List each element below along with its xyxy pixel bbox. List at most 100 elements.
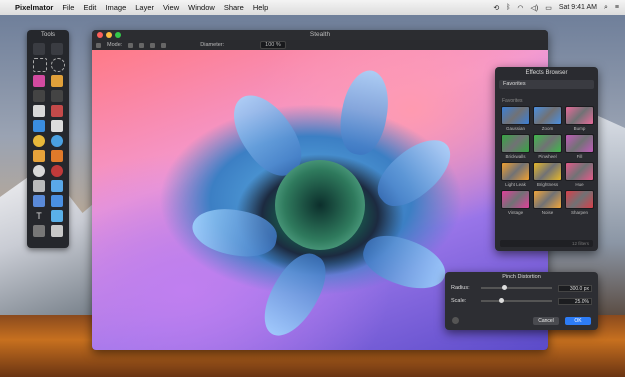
effect-tile[interactable]: Light Leak	[501, 162, 530, 188]
effects-category-select[interactable]: Favorites	[499, 80, 594, 89]
effects-browser-panel: Effects Browser Favorites Favorites Gaus…	[495, 67, 598, 251]
pencil-tool-icon[interactable]	[51, 75, 63, 87]
effect-label: Brightness	[536, 182, 559, 187]
radius-value-field[interactable]: 300.0 px	[558, 284, 592, 292]
effect-tile[interactable]: Hue	[565, 162, 594, 188]
menu-help[interactable]: Help	[253, 3, 268, 12]
time-machine-icon[interactable]: ⟲	[493, 4, 499, 12]
color-picker-icon[interactable]	[51, 225, 63, 237]
rect-select-tool-icon[interactable]	[33, 58, 47, 72]
effect-tile[interactable]: Vintage	[501, 190, 530, 216]
effect-label: Sharpen	[570, 210, 588, 215]
effect-label: Fill	[576, 154, 583, 159]
menu-image[interactable]: Image	[105, 3, 126, 12]
hand-tool-icon[interactable]	[51, 210, 63, 222]
mode-option-3[interactable]	[150, 42, 156, 48]
burn-tool-icon[interactable]	[51, 150, 63, 162]
mode-option-4[interactable]	[161, 42, 167, 48]
notification-center-icon[interactable]: ≡	[615, 4, 619, 11]
clone-tool-icon[interactable]	[51, 105, 63, 117]
effect-label: Pinwheel	[538, 154, 557, 159]
pinch-title: Pinch Distortion	[502, 274, 541, 280]
scale-slider-knob[interactable]	[498, 298, 504, 303]
healing-tool-icon[interactable]	[33, 150, 45, 162]
effect-label: Vintage	[507, 210, 524, 215]
effect-thumbnail	[533, 106, 562, 125]
effect-tile[interactable]: Sharpen	[565, 190, 594, 216]
petal-shape	[252, 244, 337, 346]
radius-slider[interactable]	[481, 285, 552, 290]
sponge-tool-icon[interactable]	[33, 135, 45, 147]
effect-label: Gaussian	[505, 126, 525, 131]
eraser-tool-icon[interactable]	[33, 105, 45, 117]
ok-button[interactable]: OK	[565, 317, 591, 325]
radius-label: Radius:	[451, 285, 470, 291]
menu-bar: Pixelmator File Edit Image Layer View Wi…	[0, 0, 625, 15]
effect-tile[interactable]: Zoom	[533, 106, 562, 132]
tool-options-icon[interactable]	[96, 42, 101, 48]
wifi-icon[interactable]: ◠	[517, 4, 523, 12]
effect-tile[interactable]: Pinwheel	[533, 134, 562, 160]
effect-tile[interactable]: Fill	[565, 134, 594, 160]
effect-tile[interactable]: Brickwalls	[501, 134, 530, 160]
pinch-distortion-panel: Pinch Distortion Radius: 300.0 px Scale:…	[445, 272, 598, 330]
arrange-tool-icon[interactable]	[33, 43, 45, 55]
ellipse-select-tool-icon[interactable]	[51, 58, 65, 72]
move-tool-icon[interactable]	[51, 43, 63, 55]
volume-icon[interactable]: ◁)	[531, 4, 539, 12]
effect-thumbnail	[565, 162, 594, 181]
brush-tool-icon[interactable]	[33, 75, 45, 87]
fill-tool-icon[interactable]	[33, 120, 45, 132]
menu-window[interactable]: Window	[188, 3, 215, 12]
pen-tool-icon[interactable]	[33, 195, 45, 207]
diameter-label: Diameter:	[200, 42, 225, 48]
smudge-tool-icon[interactable]	[51, 180, 63, 192]
mode-option-1[interactable]	[128, 42, 134, 48]
menu-app-name[interactable]: Pixelmator	[15, 3, 53, 12]
menu-clock[interactable]: Sat 9:41 AM	[559, 4, 597, 11]
tools-palette: Tools T	[27, 30, 69, 248]
effect-tile[interactable]: Brightness	[533, 162, 562, 188]
effect-label: Light Leak	[505, 182, 526, 187]
effects-search-field[interactable]: 12 filters	[500, 240, 593, 247]
lasso-tool-icon[interactable]	[33, 90, 45, 102]
menu-view[interactable]: View	[163, 3, 179, 12]
petal-shape	[188, 202, 281, 263]
radius-slider-knob[interactable]	[502, 285, 508, 290]
effect-tile[interactable]: Gaussian	[501, 106, 530, 132]
scale-label: Scale:	[451, 298, 467, 304]
crop-tool-icon[interactable]	[33, 225, 45, 237]
scale-value-field[interactable]: 25.0%	[558, 297, 592, 305]
petal-shape	[367, 127, 462, 218]
blur-tool-icon[interactable]	[51, 135, 63, 147]
effect-thumbnail	[533, 162, 562, 181]
scale-slider[interactable]	[481, 298, 552, 303]
effect-thumbnail	[565, 106, 594, 125]
zoom-field[interactable]: 100 %	[260, 41, 286, 49]
favorites-section-label: Favorites	[502, 98, 523, 104]
petal-shape	[334, 66, 395, 159]
effect-label: Brickwalls	[505, 154, 526, 159]
eye-tool-icon[interactable]	[33, 165, 45, 177]
menu-layer[interactable]: Layer	[135, 3, 154, 12]
type-tool-icon[interactable]: T	[33, 210, 45, 222]
effect-label: Hue	[575, 182, 584, 187]
sharpen-tool-icon[interactable]	[33, 180, 45, 192]
magic-wand-tool-icon[interactable]	[51, 90, 63, 102]
battery-icon[interactable]: ▭	[545, 4, 552, 12]
reset-icon[interactable]	[452, 317, 459, 324]
shape-tool-icon[interactable]	[51, 195, 63, 207]
search-icon[interactable]: ⌕	[604, 4, 608, 12]
menu-edit[interactable]: Edit	[83, 3, 96, 12]
effects-browser-title: Effects Browser	[525, 70, 568, 76]
cancel-button[interactable]: Cancel	[533, 317, 559, 325]
bluetooth-icon[interactable]: ᛒ	[506, 4, 510, 11]
red-eye-tool-icon[interactable]	[51, 165, 63, 177]
gradient-tool-icon[interactable]	[51, 120, 63, 132]
menu-file[interactable]: File	[62, 3, 74, 12]
petal-shape	[356, 226, 453, 299]
effect-tile[interactable]: Bump	[565, 106, 594, 132]
menu-share[interactable]: Share	[224, 3, 244, 12]
mode-option-2[interactable]	[139, 42, 145, 48]
effect-tile[interactable]: Noise	[533, 190, 562, 216]
